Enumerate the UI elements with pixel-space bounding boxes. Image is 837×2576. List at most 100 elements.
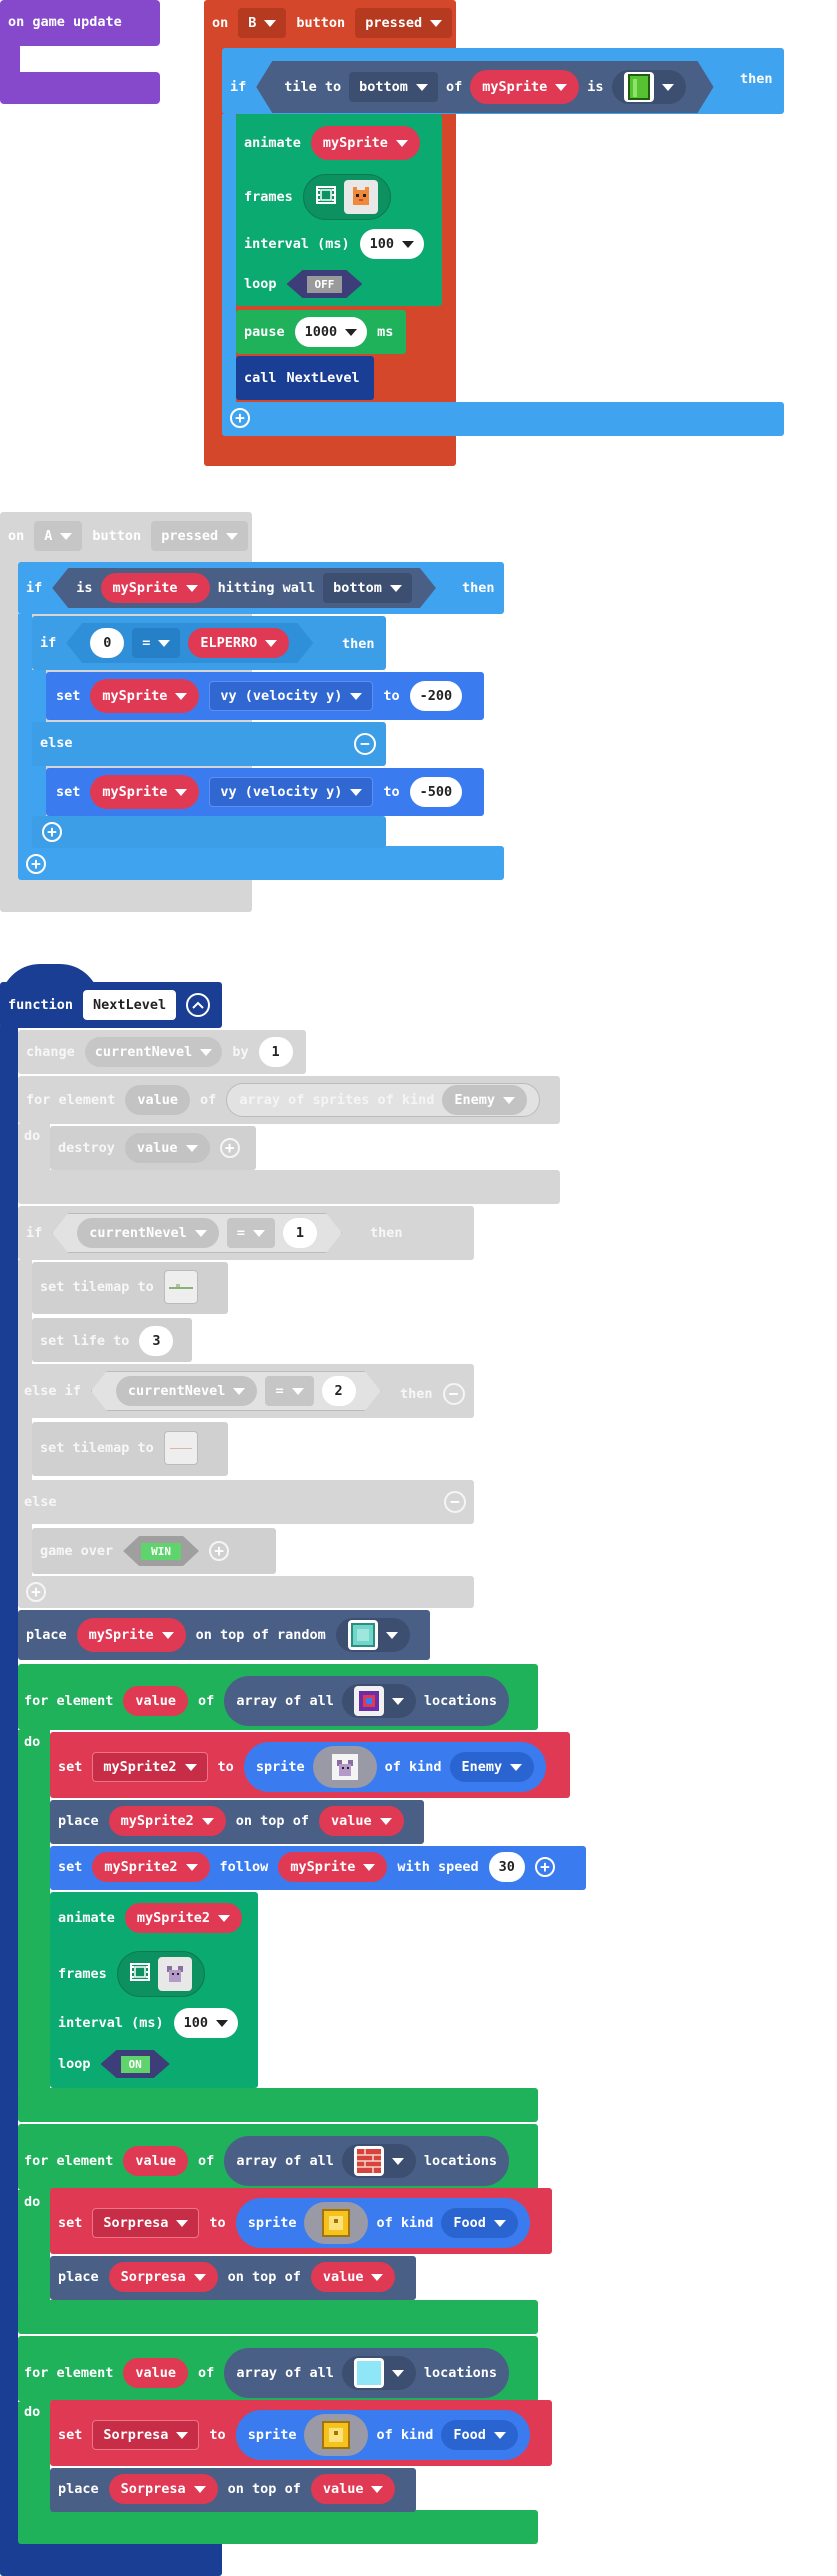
else-remove-icon[interactable]: − <box>444 1491 466 1513</box>
s4-var-dropdown[interactable]: Sorpresa <box>92 2420 200 2450</box>
a-set1-prop-dropdown[interactable]: vy (velocity y) <box>209 681 374 711</box>
cond2-op-dropdown[interactable]: = <box>265 1376 313 1406</box>
array-all-locations-brick[interactable]: array of all locations <box>224 2136 510 2186</box>
for1-do-label: do <box>24 1128 41 1144</box>
tile-direction-dropdown[interactable]: bottom <box>349 72 438 102</box>
cond-value[interactable]: 1 <box>283 1218 317 1248</box>
b-pause-dropdown[interactable]: 1000 <box>294 317 368 347</box>
b-ms-label: ms <box>377 324 394 340</box>
kind-enemy-dropdown[interactable]: Enemy <box>442 1085 528 1115</box>
place4-sprite-dropdown[interactable]: Sorpresa <box>108 2474 218 2504</box>
b-frames-editor[interactable] <box>302 174 391 220</box>
elperro-dropdown[interactable]: ELPERRO <box>188 628 289 658</box>
bat-sprite-icon[interactable] <box>312 1746 377 1788</box>
for1-var[interactable]: value <box>125 1085 191 1115</box>
for3-var[interactable]: value <box>123 2146 189 2176</box>
b-button-dropdown[interactable]: B <box>238 8 287 38</box>
level-eq-2-condition[interactable]: currentNevel = 2 <box>91 1371 381 1411</box>
cond2-var-dropdown[interactable]: currentNevel <box>116 1376 258 1406</box>
place2-sprite-dropdown[interactable]: mySprite2 <box>108 1806 226 1836</box>
if-level-add-icon[interactable]: + <box>26 1582 46 1602</box>
collapse-icon[interactable] <box>186 993 211 1017</box>
a-set2-prop-dropdown[interactable]: vy (velocity y) <box>209 777 374 807</box>
compare-condition[interactable]: 0 = ELPERRO <box>66 623 313 663</box>
question-block-sprite-icon[interactable] <box>304 2202 369 2244</box>
game-over-add-icon[interactable]: + <box>209 1541 230 1561</box>
a-set2-value[interactable]: -500 <box>409 777 463 807</box>
a-set2-sprite-dropdown[interactable]: mySprite <box>90 775 200 809</box>
enemy-spawn-tile-dropdown[interactable] <box>341 1684 416 1718</box>
follow-target-dropdown[interactable]: mySprite <box>278 1852 388 1882</box>
cond-var-dropdown[interactable]: currentNevel <box>77 1218 219 1248</box>
for2-var[interactable]: value <box>123 1686 189 1716</box>
hitting-wall-condition[interactable]: is mySprite hitting wall bottom <box>52 568 436 608</box>
for3-of-label: of <box>198 2153 215 2169</box>
array-all-locations-enemy[interactable]: array of all locations <box>224 1676 510 1726</box>
compare-op-dropdown[interactable]: = <box>132 628 180 658</box>
create-enemy-sprite[interactable]: sprite of kind Enemy <box>243 1742 547 1792</box>
wall-direction-dropdown[interactable]: bottom <box>323 573 412 603</box>
tilemap-1-thumbnail-icon[interactable] <box>163 1270 198 1304</box>
a-set1-sprite-dropdown[interactable]: mySprite <box>90 679 200 713</box>
destroy-add-icon[interactable]: + <box>219 1138 240 1158</box>
kind-enemy2-dropdown[interactable]: Enemy <box>449 1752 535 1782</box>
a-event-dropdown[interactable]: pressed <box>151 521 249 551</box>
loop2-toggle[interactable]: ON <box>101 2050 170 2078</box>
a-else-remove-icon[interactable]: − <box>354 733 376 755</box>
array-all-locations-sky[interactable]: array of all locations <box>224 2348 510 2398</box>
b-interval-dropdown[interactable]: 100 <box>359 229 425 259</box>
change-var-dropdown[interactable]: currentNevel <box>84 1037 223 1067</box>
cond-op-dropdown[interactable]: = <box>227 1218 275 1248</box>
question-block-sprite-icon[interactable] <box>304 2414 369 2456</box>
life-value[interactable]: 3 <box>139 1326 174 1356</box>
tile-to-label: tile to <box>284 79 342 95</box>
tile-image-dropdown[interactable] <box>612 70 686 104</box>
else-row[interactable] <box>18 1480 474 1524</box>
b-animate-sprite-dropdown[interactable]: mySprite <box>310 126 420 160</box>
interval2-dropdown[interactable]: 100 <box>173 2008 239 2038</box>
place3-var-dropdown[interactable]: value <box>310 2262 396 2292</box>
a-if-add-icon[interactable]: + <box>26 854 46 874</box>
kind-food2-dropdown[interactable]: Food <box>441 2420 518 2450</box>
place4-var-dropdown[interactable]: value <box>310 2474 396 2504</box>
place3-sprite-dropdown[interactable]: Sorpresa <box>108 2262 218 2292</box>
a-set1-value[interactable]: -200 <box>409 681 463 711</box>
change-by-value[interactable]: 1 <box>258 1037 293 1067</box>
follow-add-icon[interactable]: + <box>534 1857 555 1877</box>
compare-left-value[interactable]: 0 <box>90 628 124 658</box>
level-eq-1-condition[interactable]: currentNevel = 1 <box>52 1213 342 1253</box>
place2-var-dropdown[interactable]: value <box>318 1806 404 1836</box>
place-sprite-dropdown[interactable]: mySprite <box>76 1618 186 1652</box>
create-food-sprite-1[interactable]: sprite of kind Food <box>235 2198 530 2248</box>
animate2-sprite-dropdown[interactable]: mySprite2 <box>124 1903 243 1933</box>
a-inner-if-add-icon[interactable]: + <box>42 822 62 842</box>
change-label: change <box>26 1044 75 1060</box>
a-button-dropdown[interactable]: A <box>34 521 83 551</box>
set-s2-label: set <box>58 1759 83 1775</box>
b-if-add-icon[interactable]: + <box>230 408 250 428</box>
cond2-value[interactable]: 2 <box>322 1376 356 1406</box>
b-loop-toggle[interactable]: OFF <box>287 270 363 298</box>
array-sprites-of-kind[interactable]: array of sprites of kind Enemy <box>226 1083 541 1117</box>
tile-sprite-dropdown[interactable]: mySprite <box>470 70 579 104</box>
destroy-var-dropdown[interactable]: value <box>124 1133 210 1163</box>
kind-food-dropdown[interactable]: Food <box>441 2208 518 2238</box>
else-if-remove-icon[interactable]: − <box>442 1383 465 1405</box>
sky-tile-dropdown[interactable] <box>341 2356 416 2390</box>
win-toggle[interactable]: WIN <box>123 1536 199 1566</box>
brick-tile-dropdown[interactable] <box>341 2144 416 2178</box>
b-event-dropdown[interactable]: pressed <box>355 8 453 38</box>
frames2-editor[interactable] <box>116 1951 205 1997</box>
function-name-field[interactable]: NextLevel <box>83 990 177 1020</box>
s3-var-dropdown[interactable]: Sorpresa <box>92 2208 200 2238</box>
tile-condition[interactable]: tile to bottom of mySprite is <box>256 61 713 113</box>
tilemap-2-thumbnail-icon[interactable] <box>163 1431 198 1465</box>
random-tile-dropdown[interactable] <box>335 1618 410 1652</box>
speed-value[interactable]: 30 <box>488 1852 525 1882</box>
s2-var-dropdown[interactable]: mySprite2 <box>92 1752 208 1782</box>
for4-var[interactable]: value <box>123 2358 189 2388</box>
for-enemy-footer <box>18 2088 538 2122</box>
a-hit-sprite-dropdown[interactable]: mySprite <box>101 573 210 603</box>
create-food-sprite-2[interactable]: sprite of kind Food <box>235 2410 530 2460</box>
follow-sprite-dropdown[interactable]: mySprite2 <box>92 1852 210 1882</box>
